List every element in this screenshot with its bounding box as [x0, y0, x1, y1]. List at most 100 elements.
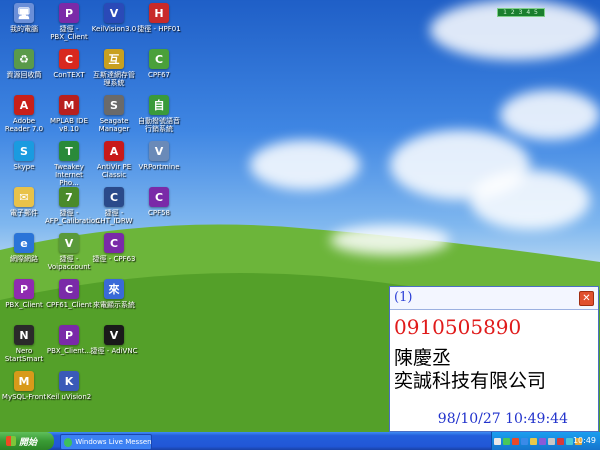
desktop-icon-label: MySQL-Front — [1, 393, 47, 401]
desktop-icon-label: 互斯達網存管理系統 — [93, 71, 135, 87]
windows-logo-icon — [6, 436, 16, 446]
taskbar-window-label: Windows Live Messen... — [75, 438, 151, 446]
cloud — [250, 140, 360, 190]
caller-company: 奕誠科技有限公司 — [394, 370, 547, 392]
desktop-icon[interactable]: V KeilVision3.0 — [90, 3, 138, 33]
tray-app-icon[interactable] — [566, 437, 573, 445]
cloud — [500, 90, 600, 140]
desktop-icon[interactable]: V 捷徑 - Voipaccount — [45, 233, 93, 271]
desktop-icon-label: Keil uVision2 — [46, 393, 92, 401]
desktop-icon[interactable]: C CPF67 — [135, 49, 183, 79]
desktop-icon[interactable]: P 捷徑 - PBX_Client — [45, 3, 93, 41]
tray-app-icon[interactable] — [539, 437, 546, 445]
cloud — [330, 225, 450, 255]
desktop-icon-label: AntiVir PE Classic — [96, 163, 132, 179]
desktop-icon-label: 捷徑 - CPF63 — [92, 255, 136, 263]
desktop-icon[interactable]: A AntiVir PE Classic — [90, 141, 138, 179]
app-icon: N — [14, 325, 34, 345]
desktop-icon[interactable]: V 捷徑 - AdiVNC — [90, 325, 138, 355]
desktop-icon-label: PBX_Client... — [46, 347, 92, 355]
app-icon: K — [59, 371, 79, 391]
desktop-icon-label: Adobe Reader 7.0 — [4, 117, 44, 133]
desktop-icon[interactable]: C ConTEXT — [45, 49, 93, 79]
status-indicator: 1 2 3 4 5 — [497, 8, 545, 17]
app-icon: C — [59, 279, 79, 299]
app-icon: V — [104, 3, 124, 23]
tray-app-icon[interactable] — [530, 437, 537, 445]
desktop-icon-label: 我的電腦 — [10, 25, 38, 33]
desktop-icon[interactable]: C 捷徑 - CPF63 — [90, 233, 138, 263]
desktop-icon-label: MPLAB IDE v8.10 — [49, 117, 88, 133]
desktop-icon-label: CPF61_Client — [46, 301, 92, 309]
app-icon: P — [14, 279, 34, 299]
desktop-icon[interactable]: P PBX_Client — [0, 279, 48, 309]
tray-app-icon[interactable] — [521, 437, 528, 445]
desktop-icon[interactable]: V VRPortmine — [135, 141, 183, 171]
app-icon: M — [14, 371, 34, 391]
desktop-icon[interactable]: N Nero StartSmart — [0, 325, 48, 363]
system-tray: 10:49 — [491, 432, 600, 450]
app-icon: S — [14, 141, 34, 161]
app-icon: V — [59, 233, 79, 253]
tray-app-icon[interactable] — [494, 437, 501, 445]
desktop-icon[interactable]: C 捷徑 - CHT_IDRW — [90, 187, 138, 225]
desktop-icon[interactable]: 🖥 我的電腦 — [0, 3, 48, 33]
desktop-icon[interactable]: C CPF58 — [135, 187, 183, 217]
desktop-icon-label: Nero StartSmart — [4, 347, 44, 363]
desktop-icon-label: Tweakey Internet Pho... — [54, 163, 84, 187]
app-icon: V — [104, 325, 124, 345]
app-icon: 🖥 — [14, 3, 34, 23]
desktop-icon-label: VRPortmine — [138, 163, 180, 171]
desktop-icon[interactable]: H 捷徑 - HPF01 — [135, 3, 183, 33]
desktop-icon[interactable]: 自自動撥號語音行銷系統 — [135, 95, 183, 133]
tray-app-icon[interactable] — [557, 437, 564, 445]
popup-header: (1) ✕ — [390, 287, 598, 310]
app-icon: A — [104, 141, 124, 161]
call-datetime: 98/10/27 10:49:44 — [437, 411, 568, 427]
app-icon: A — [14, 95, 34, 115]
desktop-icon-label: 捷徑 - PBX_Client — [50, 25, 88, 41]
app-icon: C — [104, 233, 124, 253]
app-icon: C — [149, 49, 169, 69]
desktop-icon[interactable]: ✉ 電子郵件 — [0, 187, 48, 217]
app-icon: S — [104, 95, 124, 115]
start-button[interactable]: 開始 — [0, 432, 54, 450]
taskbar-window-button[interactable]: Windows Live Messen... — [60, 434, 152, 450]
app-icon: 自 — [149, 95, 169, 115]
desktop-icon[interactable]: M MySQL-Front — [0, 371, 48, 401]
desktop-icon[interactable]: M MPLAB IDE v8.10 — [45, 95, 93, 133]
desktop-icon[interactable]: 7 捷徑 - AFP_Calibration — [45, 187, 100, 225]
messenger-icon — [64, 437, 73, 447]
app-icon: C — [59, 49, 79, 69]
desktop-icon-label: 來電顯示系統 — [93, 301, 135, 309]
desktop-icon[interactable]: K Keil uVision2 — [45, 371, 93, 401]
desktop-icon[interactable]: e 網際網路 — [0, 233, 48, 263]
desktop-icon-label: KeilVision3.0 — [91, 25, 137, 33]
desktop-icon-label: 捷徑 - CHT_IDRW — [95, 209, 133, 225]
popup-index: (1) — [394, 290, 413, 305]
desktop-icon-label: 網際網路 — [10, 255, 38, 263]
desktop-icon-label: Seagate Manager — [98, 117, 130, 133]
app-icon: ✉ — [14, 187, 34, 207]
desktop-icon[interactable]: 來來電顯示系統 — [90, 279, 138, 309]
tray-app-icon[interactable] — [503, 437, 510, 445]
desktop-icon[interactable]: S Seagate Manager — [90, 95, 138, 133]
app-icon: C — [104, 187, 124, 207]
caller-id-popup: (1) ✕ 0910505890 陳慶丞 奕誠科技有限公司 98/10/27 1… — [389, 286, 599, 432]
tray-app-icon[interactable] — [548, 437, 555, 445]
tray-app-icon[interactable] — [512, 437, 519, 445]
desktop-icon[interactable]: A Adobe Reader 7.0 — [0, 95, 48, 133]
close-icon[interactable]: ✕ — [579, 291, 594, 306]
desktop-icon[interactable]: T Tweakey Internet Pho... — [45, 141, 93, 187]
desktop-icon[interactable]: C CPF61_Client — [45, 279, 93, 309]
app-icon: M — [59, 95, 79, 115]
desktop-icon-label: 捷徑 - AFP_Calibration — [45, 209, 100, 225]
desktop-icon[interactable]: 互互斯達網存管理系統 — [90, 49, 138, 87]
desktop-icon[interactable]: S Skype — [0, 141, 48, 171]
desktop-icon[interactable]: ♻ 資源回收筒 — [0, 49, 48, 79]
app-icon: 來 — [104, 279, 124, 299]
desktop-icon[interactable]: P PBX_Client... — [45, 325, 93, 355]
desktop-icon-label: CPF58 — [147, 209, 171, 217]
app-icon: ♻ — [14, 49, 34, 69]
clock: 10:49 — [572, 436, 596, 445]
